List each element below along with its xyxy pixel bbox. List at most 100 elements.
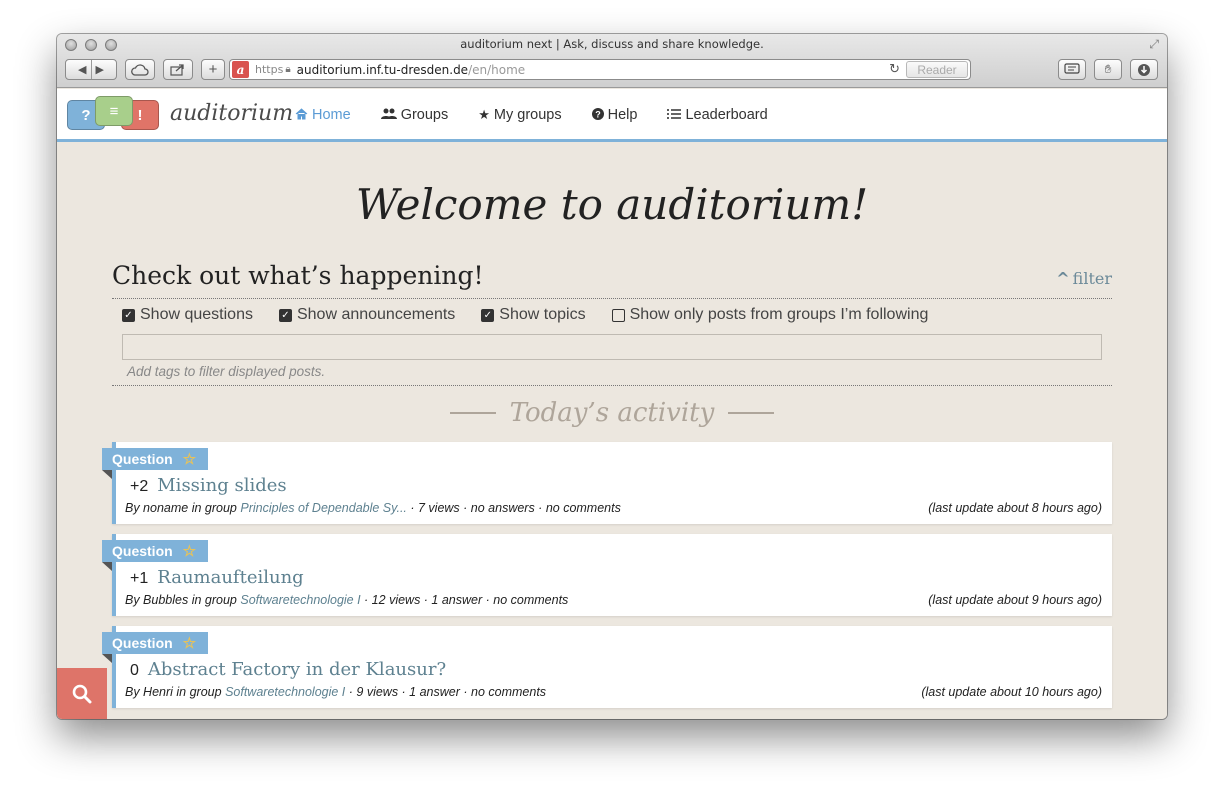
post-type-label: Question — [112, 635, 173, 651]
users-icon — [380, 108, 397, 123]
url-path: /en/home — [468, 62, 526, 77]
url-scheme: https — [255, 63, 284, 76]
post-meta: By Bubbles in group Softwaretechnologie … — [125, 593, 568, 607]
browser-toolbar: auditorium next | Ask, discuss and share… — [57, 34, 1167, 88]
new-tab-button[interactable]: + — [201, 59, 225, 80]
post-last-update: (last update about 9 hours ago) — [928, 593, 1102, 607]
post-last-update: (last update about 10 hours ago) — [921, 685, 1102, 699]
checkbox-checked-icon[interactable]: ✓ — [481, 308, 495, 322]
post-group-link[interactable]: Principles of Dependable Sy... — [240, 501, 407, 515]
filter-toggle[interactable]: ^ filter — [1056, 269, 1112, 288]
divider — [112, 298, 1112, 299]
post-title-link[interactable]: Raumaufteilung — [157, 567, 303, 588]
reader-button[interactable]: Reader — [906, 61, 968, 78]
favorite-star-icon[interactable]: ☆ — [183, 542, 196, 560]
badge-fold — [102, 562, 112, 571]
show-following-only-checkbox[interactable]: Show only posts from groups I’m followin… — [611, 306, 929, 324]
plus-icon: + — [208, 61, 218, 78]
url-host: auditorium.inf.tu-dresden.de — [296, 62, 469, 77]
badge-fold — [102, 654, 112, 663]
search-icon — [72, 684, 92, 703]
main-nav: Home Groups ★ My groups ? Help Leaderboa… — [295, 107, 798, 123]
nav-groups-label: Groups — [400, 107, 449, 123]
filter-label: filter — [1072, 269, 1112, 288]
post-author: By Henri in group — [125, 685, 226, 699]
nav-groups[interactable]: Groups — [380, 107, 449, 123]
post-type-label: Question — [112, 451, 173, 467]
checkbox-label: Show questions — [140, 306, 253, 323]
post-card: Question ☆ +2 Missing slides By noname i… — [102, 442, 1112, 524]
checkbox-unchecked-icon[interactable] — [611, 308, 625, 322]
extension-button[interactable]: ✋︎ — [1094, 59, 1122, 80]
nav-home-label: Home — [312, 107, 351, 123]
post-meta: By Henri in group Softwaretechnologie I … — [125, 685, 546, 699]
divider — [112, 385, 1112, 386]
checkbox-label: Show announcements — [296, 306, 456, 323]
icloud-button[interactable] — [125, 59, 155, 80]
home-icon — [295, 107, 308, 123]
checkbox-checked-icon[interactable]: ✓ — [278, 308, 292, 322]
share-icon — [170, 64, 184, 76]
post-score: +2 — [130, 478, 149, 495]
post-author: By noname in group — [125, 501, 241, 515]
nav-my-groups[interactable]: ★ My groups — [478, 107, 561, 123]
post-title-row: +1 Raumaufteilung — [130, 567, 304, 588]
reload-icon[interactable]: ↻ — [889, 62, 900, 77]
favorite-star-icon[interactable]: ☆ — [183, 450, 196, 468]
browser-window: auditorium next | Ask, discuss and share… — [57, 34, 1167, 719]
question-circle-icon: ? — [591, 107, 604, 123]
heading-rule — [449, 412, 496, 414]
list-icon — [667, 108, 682, 123]
post-type-badge: Question ☆ — [102, 448, 208, 470]
brand-name[interactable]: auditorium — [170, 101, 293, 126]
post-title-link[interactable]: Abstract Factory in der Klausur? — [148, 659, 446, 680]
post-stats: · 9 views · 1 answer · no comments — [345, 685, 547, 699]
downloads-button[interactable] — [1130, 59, 1158, 80]
post-meta: By noname in group Principles of Dependa… — [125, 501, 621, 515]
auditorium-logo[interactable]: ? ! ≡ — [67, 96, 163, 136]
share-button[interactable] — [163, 59, 193, 80]
show-announcements-checkbox[interactable]: ✓ Show announcements — [278, 306, 456, 324]
forward-icon[interactable]: ▶ — [96, 63, 104, 76]
post-score: +1 — [130, 570, 149, 587]
back-icon[interactable]: ◀ — [78, 63, 86, 76]
star-icon: ★ — [478, 107, 490, 122]
fullscreen-icon[interactable]: ⤢ — [1149, 37, 1159, 52]
post-last-update: (last update about 8 hours ago) — [928, 501, 1102, 515]
tag-filter-help: Add tags to filter displayed posts. — [127, 364, 326, 379]
post-score: 0 — [130, 662, 139, 679]
checkbox-label: Show only posts from groups I’m followin… — [629, 306, 929, 323]
speech-bubble-icon — [1064, 63, 1080, 74]
svg-text:?: ? — [595, 109, 601, 119]
search-button[interactable] — [57, 668, 107, 719]
back-forward-buttons[interactable]: ◀ ▶ — [65, 59, 117, 80]
favorite-star-icon[interactable]: ☆ — [183, 634, 196, 652]
post-card: Question ☆ +1 Raumaufteilung By Bubbles … — [102, 534, 1112, 616]
nav-leaderboard[interactable]: Leaderboard — [667, 107, 768, 123]
lock-icon: 🔒︎ — [285, 64, 291, 75]
tag-filter-input[interactable] — [122, 334, 1102, 360]
site-navbar: ? ! ≡ auditorium Home Groups ★ My groups — [57, 89, 1167, 142]
post-group-link[interactable]: Softwaretechnologie I — [225, 685, 345, 699]
post-stats: · 7 views · no answers · no comments — [406, 501, 621, 515]
nav-leaderboard-label: Leaderboard — [685, 107, 768, 123]
page-content: Welcome to auditorium! Check out what’s … — [57, 142, 1167, 719]
cloud-icon — [131, 63, 149, 76]
post-card: Question ☆ 0 Abstract Factory in der Kla… — [102, 626, 1112, 708]
activity-heading: Today’s activity — [57, 398, 1167, 428]
nav-help-label: Help — [607, 107, 638, 123]
post-title-link[interactable]: Missing slides — [157, 475, 286, 496]
checkbox-label: Show topics — [499, 306, 586, 323]
nav-help[interactable]: ? Help — [591, 107, 638, 123]
show-topics-checkbox[interactable]: ✓ Show topics — [481, 306, 586, 324]
address-bar[interactable]: a https 🔒︎ auditorium.inf.tu-dresden.de … — [229, 59, 971, 80]
checkbox-checked-icon[interactable]: ✓ — [122, 308, 135, 322]
activity-heading-text: Today’s activity — [509, 398, 715, 428]
window-title: auditorium next | Ask, discuss and share… — [460, 37, 764, 51]
post-type-badge: Question ☆ — [102, 540, 208, 562]
nav-home[interactable]: Home — [295, 107, 351, 123]
post-group-link[interactable]: Softwaretechnologie I — [240, 593, 360, 607]
text-bubble-icon: ≡ — [95, 96, 133, 126]
comments-toolbar-button[interactable] — [1058, 59, 1086, 80]
show-questions-checkbox[interactable]: ✓ Show questions — [122, 306, 253, 324]
